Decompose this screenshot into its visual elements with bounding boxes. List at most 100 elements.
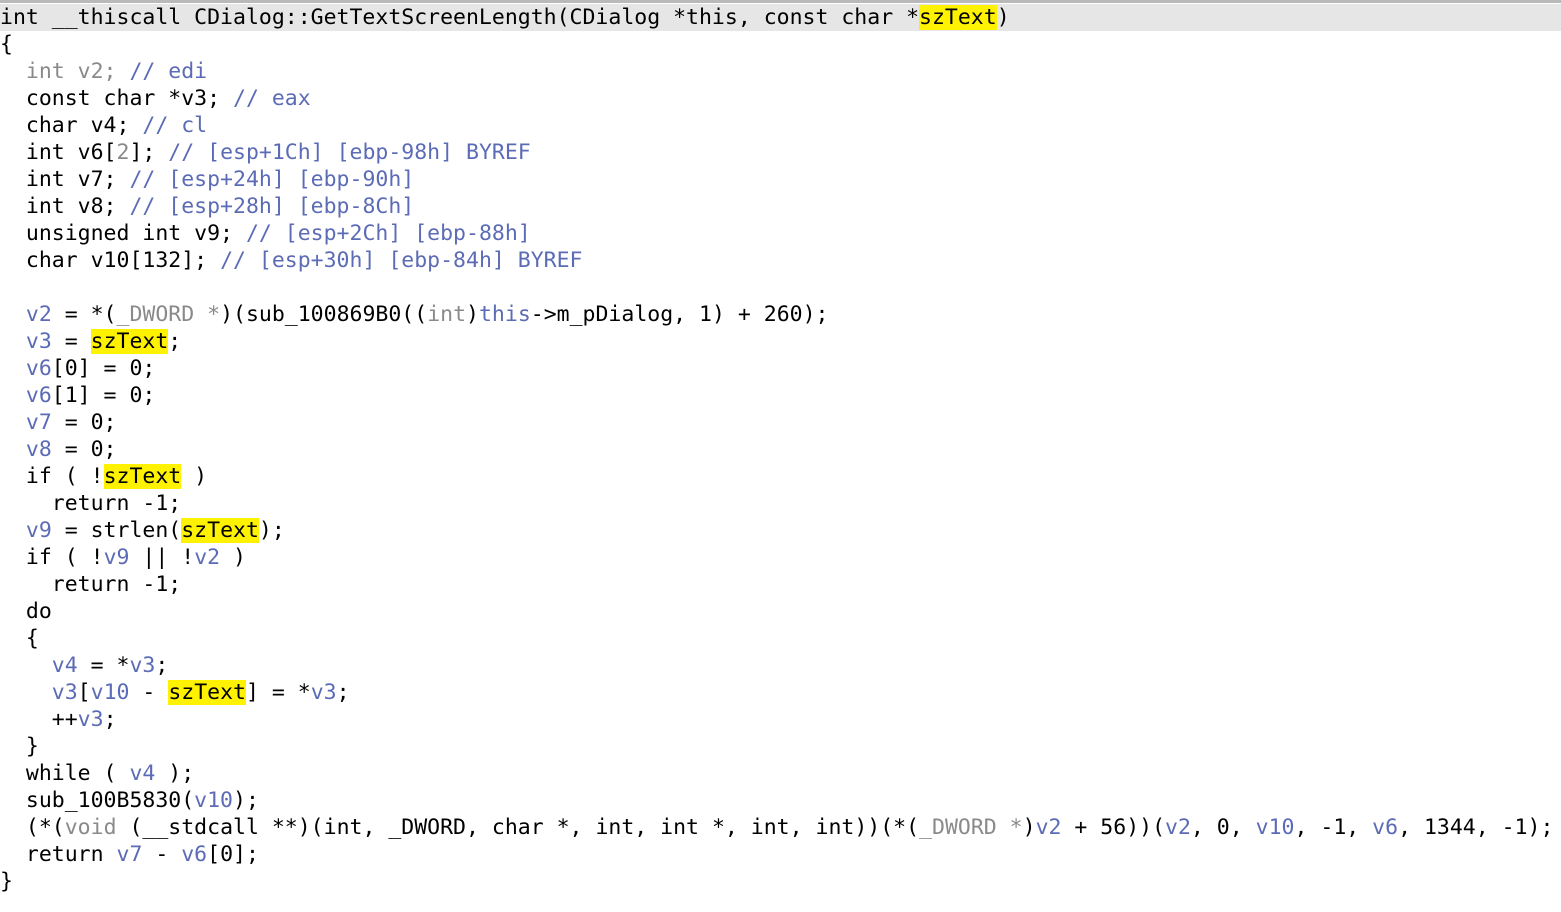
code-token: v2 — [25, 302, 52, 327]
code-line[interactable]: ++v3; — [0, 706, 1561, 733]
code-token: const char *v3; — [0, 86, 233, 111]
code-line[interactable]: } — [0, 868, 1561, 895]
code-line[interactable]: int v2; // edi — [0, 58, 1561, 85]
code-line[interactable]: v3[v10 - szText] = *v3; — [0, 679, 1561, 706]
code-token: _DWORD * — [116, 302, 221, 327]
highlighted-token[interactable]: szText — [90, 329, 169, 354]
code-token: v6 — [181, 842, 208, 867]
code-line[interactable]: int v6[2]; // [esp+1Ch] [ebp-98h] BYREF — [0, 139, 1561, 166]
code-token: = 0; — [51, 410, 117, 435]
code-token: { — [0, 626, 39, 651]
code-token: int — [427, 302, 467, 327]
code-token: v9 — [25, 518, 52, 543]
code-line[interactable]: int v7; // [esp+24h] [ebp-90h] — [0, 166, 1561, 193]
code-token: v9 — [103, 545, 130, 570]
code-token: ) — [996, 5, 1010, 30]
pseudocode-view[interactable]: int __thiscall CDialog::GetTextScreenLen… — [0, 4, 1561, 895]
highlighted-token[interactable]: szText — [919, 5, 997, 30]
code-line[interactable]: (*(void (__stdcall **)(int, _DWORD, char… — [0, 814, 1561, 841]
code-token: ); — [258, 518, 285, 543]
code-token: (*( — [0, 815, 65, 840]
code-token: int v7; — [0, 167, 130, 192]
code-token: v10 — [194, 788, 234, 813]
code-token: void — [64, 815, 117, 840]
code-line[interactable]: v6[0] = 0; — [0, 355, 1561, 382]
code-line[interactable]: char v4; // cl — [0, 112, 1561, 139]
code-line[interactable]: v2 = *(_DWORD *)(sub_100869B0((int)this-… — [0, 301, 1561, 328]
highlighted-token[interactable]: szText — [181, 518, 259, 543]
code-token: [ — [77, 680, 91, 705]
window-top-border — [0, 0, 1561, 3]
highlighted-token[interactable]: szText — [103, 464, 182, 489]
code-token: // [esp+1Ch] [ebp-98h] BYREF — [168, 140, 531, 165]
code-token: [0] = 0; — [51, 356, 156, 381]
code-token: _DWORD * — [919, 815, 1023, 840]
code-token: // cl — [142, 113, 208, 138]
code-token: v3 — [77, 707, 104, 732]
code-token: return -1; — [0, 572, 182, 597]
code-token: v7 — [25, 410, 52, 435]
code-line[interactable]: char v10[132]; // [esp+30h] [ebp-84h] BY… — [0, 247, 1561, 274]
code-token: , -1, — [1294, 815, 1373, 840]
code-token: + 56))( — [1061, 815, 1166, 840]
code-line[interactable]: if ( !szText ) — [0, 463, 1561, 490]
code-token: 2 — [116, 140, 130, 165]
code-line[interactable]: v6[1] = 0; — [0, 382, 1561, 409]
code-line[interactable]: { — [0, 31, 1561, 58]
code-line[interactable] — [0, 274, 1561, 301]
code-token: v6 — [25, 383, 52, 408]
code-token: - — [129, 680, 169, 705]
code-line[interactable]: return v7 - v6[0]; — [0, 841, 1561, 868]
code-token: // [esp+30h] [ebp-84h] BYREF — [220, 248, 583, 273]
code-line[interactable]: v9 = strlen(szText); — [0, 517, 1561, 544]
code-line[interactable]: sub_100B5830(v10); — [0, 787, 1561, 814]
code-token: this — [478, 302, 531, 327]
code-token: { — [0, 32, 13, 57]
code-line[interactable]: v3 = szText; — [0, 328, 1561, 355]
code-line[interactable]: v8 = 0; — [0, 436, 1561, 463]
code-token: int v6[ — [0, 140, 117, 165]
code-token: unsigned int v9; — [0, 221, 246, 246]
code-token: v6 — [25, 356, 52, 381]
code-token: v7 — [116, 842, 143, 867]
code-token: v10 — [90, 680, 130, 705]
code-token: v3 — [129, 653, 156, 678]
code-line[interactable]: if ( !v9 || !v2 ) — [0, 544, 1561, 571]
code-line[interactable]: int v8; // [esp+28h] [ebp-8Ch] — [0, 193, 1561, 220]
code-line[interactable]: { — [0, 625, 1561, 652]
code-token: )(sub_100869B0(( — [220, 302, 428, 327]
code-token: , 1344, -1); — [1398, 815, 1554, 840]
code-line[interactable]: const char *v3; // eax — [0, 85, 1561, 112]
code-line[interactable]: unsigned int v9; // [esp+2Ch] [ebp-88h] — [0, 220, 1561, 247]
code-token: ]; — [129, 140, 169, 165]
code-line[interactable]: return -1; — [0, 490, 1561, 517]
code-token: = — [51, 329, 91, 354]
code-token: return -1; — [0, 491, 182, 516]
code-line[interactable]: v4 = *v3; — [0, 652, 1561, 679]
code-token: int v2; — [0, 59, 130, 84]
code-token: (__stdcall **)(int, _DWORD, char *, int,… — [116, 815, 920, 840]
code-token: v6 — [1372, 815, 1399, 840]
code-token: } — [0, 869, 13, 894]
code-line[interactable]: while ( v4 ); — [0, 760, 1561, 787]
code-token: = 0; — [51, 437, 117, 462]
highlighted-token[interactable]: szText — [168, 680, 246, 705]
code-token: do — [0, 599, 52, 624]
code-line[interactable]: return -1; — [0, 571, 1561, 598]
code-token: ; — [168, 329, 182, 354]
code-line[interactable]: } — [0, 733, 1561, 760]
code-line-current[interactable]: int __thiscall CDialog::GetTextScreenLen… — [0, 4, 1561, 31]
code-token: ->m_pDialog, 1) + 260); — [530, 302, 829, 327]
code-line[interactable]: do — [0, 598, 1561, 625]
code-token: ); — [233, 788, 259, 813]
code-token: ; — [336, 680, 350, 705]
code-line[interactable]: v7 = 0; — [0, 409, 1561, 436]
code-token: ) — [220, 545, 246, 570]
code-token: return — [0, 842, 117, 867]
code-token: v3 — [25, 329, 52, 354]
code-token: , 0, — [1190, 815, 1256, 840]
